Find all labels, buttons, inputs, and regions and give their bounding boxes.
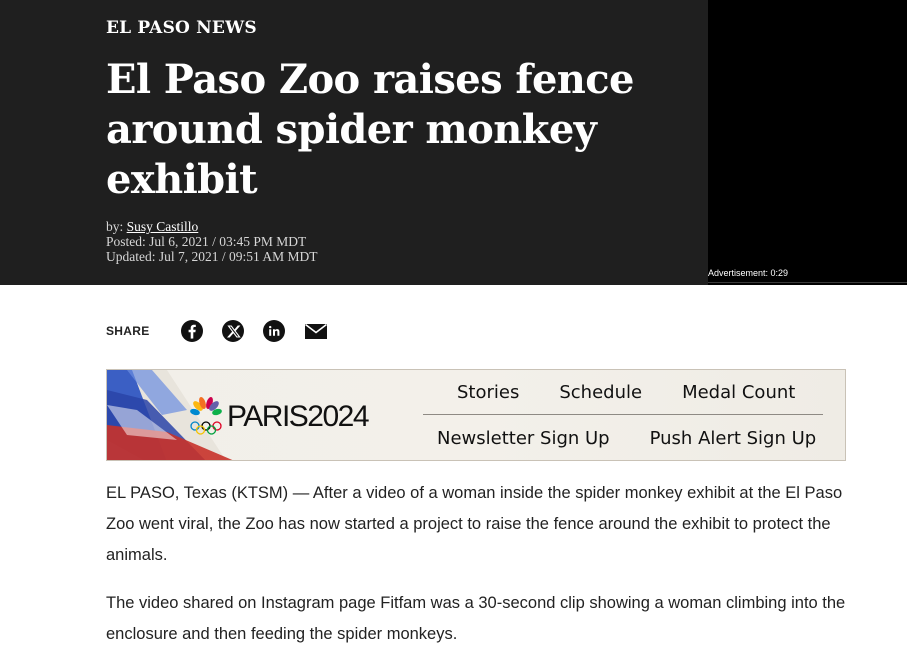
author-link[interactable]: Susy Castillo <box>127 219 199 234</box>
linkedin-icon[interactable] <box>262 320 285 342</box>
nbc-peacock-icon <box>190 397 222 435</box>
byline: by: Susy Castillo Posted: Jul 6, 2021 / … <box>106 219 318 264</box>
banner-link-schedule[interactable]: Schedule <box>559 382 642 403</box>
paris2024-logo[interactable]: PARIS2024 <box>189 396 370 438</box>
share-label: SHARE <box>106 324 150 338</box>
banner-links-bottom: Newsletter Sign Up Push Alert Sign Up <box>437 428 816 449</box>
posted-date: Posted: Jul 6, 2021 / 03:45 PM MDT <box>106 234 307 249</box>
banner-divider <box>423 414 823 415</box>
banner-links-top: Stories Schedule Medal Count <box>457 382 795 403</box>
email-icon[interactable] <box>304 320 328 342</box>
byline-prefix: by: <box>106 219 127 234</box>
facebook-icon[interactable] <box>180 320 203 342</box>
banner-link-newsletter[interactable]: Newsletter Sign Up <box>437 428 610 449</box>
banner-link-medal-count[interactable]: Medal Count <box>682 382 795 403</box>
paris2024-text: PARIS2024 <box>227 400 370 433</box>
share-bar: SHARE <box>106 318 328 344</box>
section-label[interactable]: EL PASO NEWS <box>106 18 257 38</box>
banner-link-push-alert[interactable]: Push Alert Sign Up <box>650 428 817 449</box>
video-player[interactable]: Advertisement: 0:29 <box>708 0 907 285</box>
video-progress-bar[interactable] <box>708 282 907 283</box>
x-icon[interactable] <box>221 320 244 342</box>
banner-link-stories[interactable]: Stories <box>457 382 519 403</box>
article-paragraph: EL PASO, Texas (KTSM) — After a video of… <box>106 484 843 564</box>
article-header: EL PASO NEWS El Paso Zoo raises fence ar… <box>0 0 708 285</box>
advertisement-label: Advertisement: 0:29 <box>708 268 789 278</box>
olympics-banner[interactable]: PARIS2024 Stories Schedule Medal Count N… <box>106 369 846 461</box>
article-paragraph: The video shared on Instagram page Fitfa… <box>106 594 846 643</box>
article-headline: El Paso Zoo raises fence around spider m… <box>106 56 634 203</box>
updated-date: Updated: Jul 7, 2021 / 09:51 AM MDT <box>106 249 318 264</box>
